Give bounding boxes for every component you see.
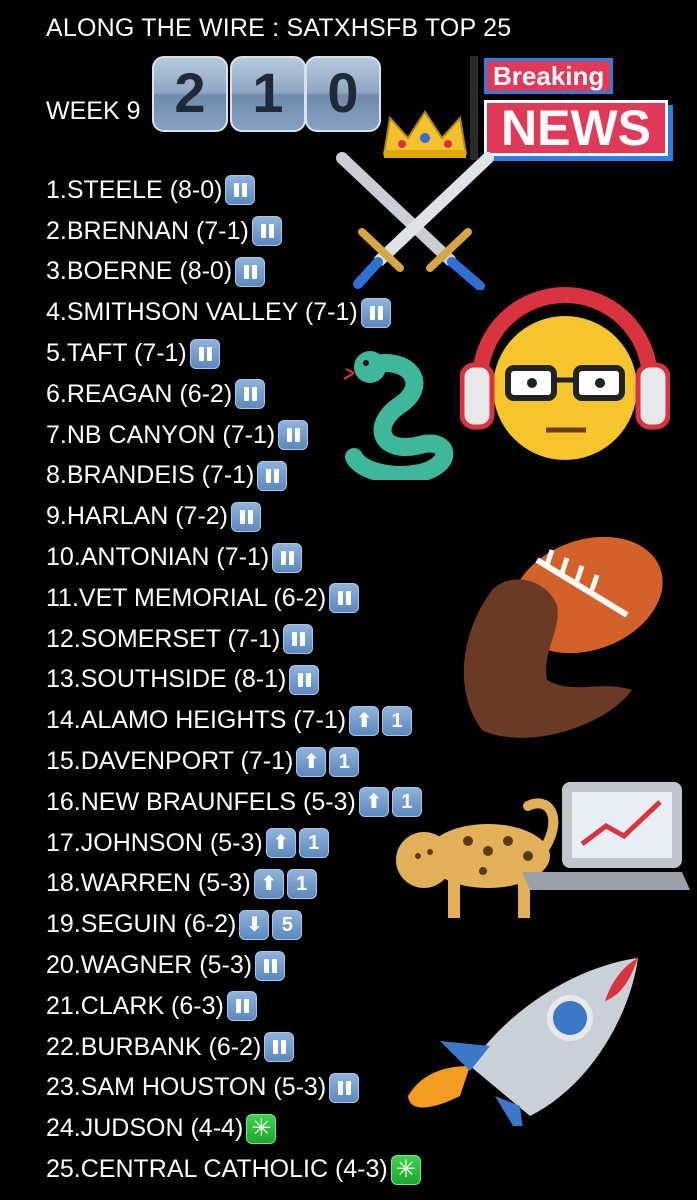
movement-count-badge: 1 (298, 828, 329, 859)
ranking-text: 24.JUDSON (4-4) (46, 1114, 244, 1143)
ranking-row: 22.BURBANK (6-2) (46, 1027, 422, 1068)
ranking-row: 25.CENTRAL CATHOLIC (4-3) ✳ (46, 1149, 422, 1190)
pause-icon (360, 297, 391, 328)
pause-icon (283, 624, 314, 655)
laptop-chart-icon (522, 782, 690, 890)
news-label: NEWS (484, 100, 668, 156)
rocket-icon (408, 958, 638, 1126)
pause-icon (226, 991, 257, 1022)
ranking-row: 12.SOMERSET (7-1) (46, 619, 422, 660)
pause-icon (255, 950, 286, 981)
ranking-text: 13.SOUTHSIDE (8-1) (46, 665, 287, 694)
countdown-digit: 2 (152, 56, 228, 132)
up-arrow-icon: ⬆ (265, 828, 296, 859)
week-label: WEEK 9 (46, 97, 141, 125)
page-title: ALONG THE WIRE : SATXHSFB TOP 25 (46, 14, 512, 42)
movement-count-badge: 1 (329, 746, 360, 777)
sparkle-icon: ✳ (246, 1113, 277, 1144)
ranking-row: 15.DAVENPORT (7-1) ⬆ 1 (46, 741, 422, 782)
ranking-text: 4.SMITHSON VALLEY (7-1) (46, 298, 358, 327)
ranking-text: 8.BRANDEIS (7-1) (46, 461, 255, 490)
ranking-text: 22.BURBANK (6-2) (46, 1032, 262, 1061)
pause-icon (329, 583, 360, 614)
crossed-swords-icon (336, 152, 494, 290)
pause-icon (225, 175, 256, 206)
news-divider (470, 56, 478, 160)
ranking-text: 1.STEELE (8-0) (46, 175, 223, 204)
ranking-row: 18.WARREN (5-3) ⬆ 1 (46, 864, 422, 905)
ranking-text: 10.ANTONIAN (7-1) (46, 543, 270, 572)
nerd-face-headphones-icon (460, 287, 670, 460)
pause-icon (235, 256, 266, 287)
up-arrow-icon: ⬆ (358, 787, 389, 818)
movement-count-badge: 1 (286, 868, 317, 899)
pause-icon (235, 379, 266, 410)
pause-icon (264, 1032, 295, 1063)
pause-icon (257, 460, 288, 491)
ranking-row: 24.JUDSON (4-4) ✳ (46, 1108, 422, 1149)
snake-icon (343, 351, 454, 480)
down-arrow-icon: ⬇ (239, 909, 270, 940)
pause-icon (272, 542, 303, 573)
countdown-digit: 0 (305, 56, 381, 132)
ranking-text: 14.ALAMO HEIGHTS (7-1) (46, 706, 347, 735)
ranking-row: 19.SEGUIN (6-2) ⬇ 5 (46, 904, 422, 945)
breaking-label: Breaking (484, 58, 614, 94)
ranking-text: 2.BRENNAN (7-1) (46, 216, 249, 245)
ranking-text: 17.JOHNSON (5-3) (46, 828, 263, 857)
ranking-row: 16.NEW BRAUNFELS (5-3) ⬆ 1 (46, 782, 422, 823)
pause-icon (278, 420, 309, 451)
pause-icon (189, 338, 220, 369)
ranking-text: 18.WARREN (5-3) (46, 869, 251, 898)
up-arrow-icon: ⬆ (253, 868, 284, 899)
up-arrow-icon: ⬆ (296, 746, 327, 777)
ranking-row: 4.SMITHSON VALLEY (7-1) (46, 292, 422, 333)
ranking-text: 16.NEW BRAUNFELS (5-3) (46, 787, 356, 816)
ranking-text: 3.BOERNE (8-0) (46, 257, 233, 286)
flexed-arm-football-icon (463, 536, 663, 738)
ranking-text: 9.HARLAN (7-2) (46, 502, 228, 531)
ranking-text: 15.DAVENPORT (7-1) (46, 747, 294, 776)
ranking-row: 21.CLARK (6-3) (46, 986, 422, 1027)
breaking-news-graphic: Breaking NEWS (470, 56, 676, 160)
pause-icon (289, 664, 320, 695)
ranking-row: 14.ALAMO HEIGHTS (7-1) ⬆ 1 (46, 700, 422, 741)
pause-icon (329, 1072, 360, 1103)
movement-count-badge: 5 (272, 909, 303, 940)
ranking-text: 23.SAM HOUSTON (5-3) (46, 1073, 327, 1102)
pause-icon (231, 501, 261, 532)
ranking-text: 20.WAGNER (5-3) (46, 951, 253, 980)
ranking-row: 11.VET MEMORIAL (6-2) (46, 578, 422, 619)
movement-count-badge: 1 (382, 705, 413, 736)
rankings-list: 1.STEELE (8-0) 2.BRENNAN (7-1) 3.BOERNE (8… (46, 170, 422, 1190)
ranking-row: 13.SOUTHSIDE (8-1) (46, 660, 422, 701)
ranking-row: 9.HARLAN (7-2) (46, 496, 422, 537)
ranking-text: 21.CLARK (6-3) (46, 991, 224, 1020)
ranking-row: 23.SAM HOUSTON (5-3) (46, 1068, 422, 1109)
ranking-text: 11.VET MEMORIAL (6-2) (46, 583, 327, 612)
ranking-text: 12.SOMERSET (7-1) (46, 624, 281, 653)
sparkle-icon: ✳ (390, 1154, 421, 1185)
ranking-text: 5.TAFT (7-1) (46, 339, 187, 368)
countdown-digit: 1 (230, 56, 306, 132)
ranking-text: 6.REAGAN (6-2) (46, 379, 233, 408)
ranking-text: 7.NB CANYON (7-1) (46, 420, 276, 449)
ranking-text: 25.CENTRAL CATHOLIC (4-3) (46, 1155, 388, 1184)
ranking-text: 19.SEGUIN (6-2) (46, 910, 237, 939)
pause-icon (251, 216, 282, 247)
ranking-row: 10.ANTONIAN (7-1) (46, 537, 422, 578)
up-arrow-icon: ⬆ (349, 705, 380, 736)
ranking-row: 17.JOHNSON (5-3) ⬆ 1 (46, 823, 422, 864)
ranking-row: 20.WAGNER (5-3) (46, 945, 422, 986)
